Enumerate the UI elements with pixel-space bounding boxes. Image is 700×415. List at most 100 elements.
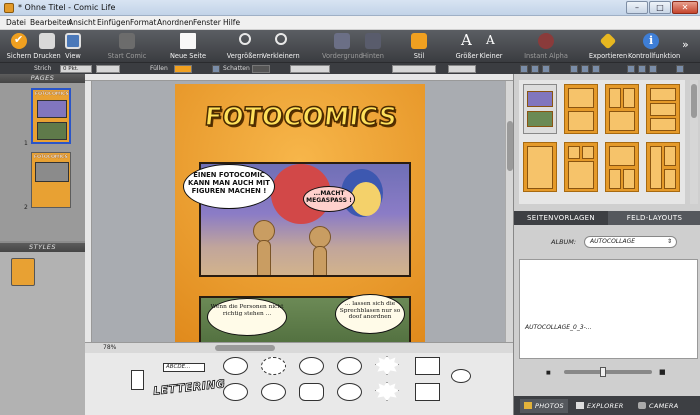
font-style-select[interactable] [392,65,436,73]
speech-bubble[interactable]: Wenn die Personen nicht richtig stehen .… [207,298,287,336]
layout-thumbnail[interactable] [564,142,598,192]
menu-bearbeiten[interactable]: Bearbeiten [30,18,71,27]
thumbnail-size-slider[interactable]: ■ ■ [514,367,700,377]
page-title[interactable]: FOTOCOMICS [189,101,412,132]
stroke-label: Strich [34,65,52,72]
tab-explorer[interactable]: EXPLORER [576,399,624,413]
zoom-out-button[interactable]: Verkleinern [262,30,300,62]
palette-cloud-bubble[interactable] [261,357,286,375]
palette-caption[interactable]: ABCDE... [163,363,205,372]
palette-rect-bubble[interactable] [415,357,440,375]
slider-knob[interactable] [600,367,606,377]
align-left-icon[interactable] [520,65,528,73]
album-select[interactable]: AUTOCOLLAGE ⇕ [584,236,677,248]
instant-alpha-button[interactable]: Instant Alpha [524,30,568,62]
layouts-scrollbar[interactable] [690,80,698,204]
palette-thought-bubble[interactable] [451,369,471,383]
palette-panel-element[interactable] [131,370,144,390]
layout-thumbnail[interactable] [523,84,557,134]
toolbar-overflow-icon[interactable]: » [682,38,689,51]
stroke-style-select[interactable] [96,65,120,73]
speech-bubble[interactable]: EINEN FOTOCOMIC KANN MAN AUCH MIT FIGURE… [183,164,275,209]
palette-speech-bubble[interactable] [337,357,362,375]
zoom-level[interactable]: 78% [103,344,116,351]
new-page-button[interactable]: Neue Seite [168,30,208,62]
align-center-icon[interactable] [531,65,539,73]
start-comic-icon [119,33,135,49]
text-underline-icon[interactable] [592,65,600,73]
font-size-select[interactable] [448,65,476,73]
zoom-in-button[interactable]: Vergrößern [226,30,264,62]
export-button[interactable]: Exportieren [588,30,628,62]
tab-feld-layouts[interactable]: FELD-LAYOUTS [608,211,700,225]
layout-thumbnail[interactable] [605,84,639,134]
page-thumbnail[interactable]: FOTOCOMICS [31,152,71,208]
styles-header: STYLES [0,243,85,252]
align-right-icon[interactable] [542,65,550,73]
photo-list[interactable]: AUTOCOLLAGE_0_3-... [519,259,698,359]
speech-bubble[interactable]: ...MACHT MEGASPASS ! [303,186,355,212]
shape-oval-icon[interactable] [649,65,657,73]
palette-speech-bubble[interactable] [261,383,286,401]
close-button[interactable]: ✕ [672,1,698,14]
layout-thumbnail[interactable] [523,142,557,192]
horizontal-scrollbar-thumb[interactable] [215,345,275,351]
menu-format[interactable]: Format [130,18,156,27]
page-thumbnail[interactable]: FOTOCOMICS [31,88,71,144]
canvas-vertical-scrollbar[interactable] [505,81,513,342]
font-select[interactable] [290,65,330,73]
palette-rounded-bubble[interactable] [299,383,324,401]
layout-thumbnail[interactable] [646,84,680,134]
print-button[interactable]: Drucken [32,30,62,62]
text-bold-icon[interactable] [570,65,578,73]
start-comic-button[interactable]: Start Comic [104,30,150,62]
style-button[interactable]: Stil [406,30,432,62]
text-smaller-button[interactable]: Kleiner [477,30,505,62]
scrollbar-thumb[interactable] [691,84,697,118]
view-button[interactable]: View [60,30,86,62]
style-thumbnail[interactable] [11,258,35,286]
shadow-color-swatch[interactable] [252,65,270,73]
layout-thumbnail[interactable] [605,142,639,192]
shape-round-icon[interactable] [638,65,646,73]
album-row: ALBUM: AUTOCOLLAGE ⇕ [514,234,700,250]
tab-photos[interactable]: PHOTOS [520,399,568,413]
maximize-button[interactable]: □ [649,1,671,14]
palette-speech-bubble[interactable] [337,383,362,401]
photo-item[interactable]: AUTOCOLLAGE_0_3-... [525,324,592,331]
layout-thumbnail[interactable] [564,84,598,134]
toolbar: Sichern Drucken View Start Comic Neue Se… [0,30,700,62]
more-options-icon[interactable] [676,65,684,73]
shape-rect-icon[interactable] [627,65,635,73]
layout-thumbnail[interactable] [646,142,680,192]
palette-rect-bubble[interactable] [415,383,440,401]
info-icon [643,33,659,49]
palette-speech-bubble[interactable] [223,383,248,401]
shadow-checkbox[interactable] [212,65,220,73]
tab-camera[interactable]: CAMERA [638,399,678,413]
menu-fenster[interactable]: Fenster [193,18,221,27]
minimize-button[interactable]: – [626,1,648,14]
send-back-button[interactable]: Hinten [359,30,387,62]
save-button[interactable]: Sichern [4,30,34,62]
menu-ansicht[interactable]: Ansicht [68,18,96,27]
inspector-button[interactable]: Kontrollfunktion [628,30,680,62]
palette-speech-bubble[interactable] [223,357,248,375]
printer-icon [39,33,55,49]
palette-lettering[interactable]: LETTERING [152,377,226,398]
text-italic-icon[interactable] [581,65,589,73]
menu-hilfe[interactable]: Hilfe [223,18,240,27]
palette-speech-bubble[interactable] [299,357,324,375]
speech-bubble[interactable]: ... lassen sich die Sprechblasen nur so … [335,294,405,334]
menu-datei[interactable]: Datei [6,18,26,27]
menu-einfuegen[interactable]: Einfügen [97,18,130,27]
export-icon [599,32,617,50]
tab-seitenvorlagen[interactable]: SEITENVORLAGEN [514,211,608,225]
fill-color-swatch[interactable] [174,65,192,73]
bring-front-button[interactable]: Vordergrund [322,30,363,62]
menu-anordnen[interactable]: Anordnen [157,18,193,27]
stroke-width-field[interactable]: 0 Pkt. [60,65,92,73]
palette-shout-bubble[interactable] [375,382,399,401]
palette-shout-bubble[interactable] [375,356,399,375]
instant-alpha-icon [538,33,554,49]
